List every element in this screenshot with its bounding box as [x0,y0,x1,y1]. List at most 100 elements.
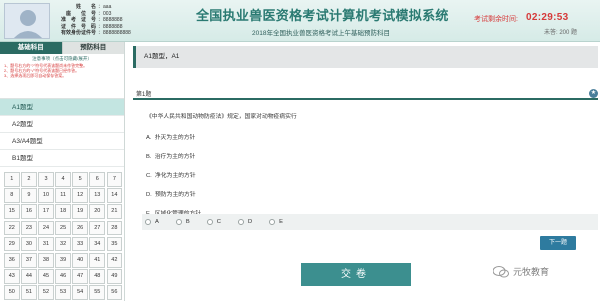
question-number-cell[interactable]: 29 [4,236,20,252]
question-type-a3a4[interactable]: A3/A4题型 [0,133,124,150]
radio-circle-icon[interactable] [145,219,151,225]
question-type-list: A1题型 A2题型 A3/A4题型 B1题型 [0,99,124,167]
question-number-cell[interactable]: 46 [55,269,71,284]
radio-e[interactable]: E [269,219,283,225]
question-number-cell[interactable]: 50 [4,285,20,300]
question-stem: 《中华人民共和国动物防疫法》规定，国家对动物疫病实行 [146,114,297,120]
question-type-a1[interactable]: A1题型 [0,99,124,116]
question-number-cell[interactable]: 23 [21,220,37,236]
question-number-cell[interactable]: 21 [106,204,123,219]
question-number-cell[interactable]: 1 [4,172,20,187]
question-number-cell[interactable]: 19 [72,204,88,219]
tab-prevention-subject[interactable]: 预防科目 [61,42,124,54]
radio-a[interactable]: A [145,219,159,225]
notice-heading: 注意事项（点击可隐藏/展开） [32,56,92,61]
question-number-cell[interactable]: 2 [21,172,37,187]
question-number-cell[interactable]: 54 [72,285,88,300]
question-type-a2[interactable]: A2题型 [0,116,124,133]
radio-d[interactable]: D [237,219,252,225]
valid-id-row: 有效身份证件号： 8888888888 [60,30,131,37]
next-question-button[interactable]: 下一题 [540,236,576,250]
main-panel: A1题型，A1 第1题 ★ 《中华人民共和国动物防疫法》规定，国家对动物疫病实行… [130,42,600,301]
question-number-cell[interactable]: 44 [21,269,37,284]
question-number-cell[interactable]: 7 [106,172,123,187]
question-number-cell[interactable]: 53 [55,285,71,300]
question-number-cell[interactable]: 48 [89,269,106,284]
radio-circle-icon[interactable] [206,219,213,225]
page-subtitle: 2018年全国执业兽医资格考试上午基础预防科目 [252,30,390,37]
question-number-cell[interactable]: 16 [21,204,37,219]
left-panel: 基础科目 预防科目 注意事项（点击可隐藏/展开） 1、题号右方的“?”符号代表该… [0,42,125,301]
watermark-text: 元牧教育 [513,267,550,277]
question-number-cell[interactable]: 32 [55,236,71,252]
question-number-cell[interactable]: 45 [38,269,54,284]
question-number-cell[interactable]: 17 [38,204,54,219]
bookmark-icon[interactable]: ★ [589,89,598,98]
timer-label: 考试剩余时间: [474,16,518,23]
question-number-cell[interactable]: 13 [89,188,106,203]
question-number-cell[interactable]: 39 [55,252,71,268]
question-number-cell[interactable]: 22 [4,220,20,236]
question-number-cell[interactable]: 11 [55,188,71,203]
question-number-cell[interactable]: 12 [72,188,88,203]
question-number: 第1题 [136,92,152,98]
question-number-cell[interactable]: 52 [38,285,54,300]
question-number-cell[interactable]: 27 [89,220,106,236]
question-number-cell[interactable]: 24 [38,220,54,236]
question-number-cell[interactable]: 18 [55,204,71,219]
exam-app: 姓 名： aaa 座 位 号： 003 准 考 证 号： 8888888 证 件 号 … [0,0,600,301]
option-c: C. 净化为主的方针 [146,173,196,179]
radio-b[interactable]: B [175,219,190,225]
admission-row: 准 考 证 号： 8888888 [60,17,123,24]
question-number-cell[interactable]: 25 [55,220,71,236]
question-number-cell[interactable]: 33 [72,236,88,252]
option-d: D. 预防为主的方针 [146,192,196,198]
avatar-icon [5,4,49,38]
wechat-icon [493,265,509,277]
submit-exam-button[interactable]: 交卷 [301,263,411,286]
notice-box[interactable]: 注意事项（点击可隐藏/展开） 1、题号右方的“?”符号代表该题尚未作答完整。 2… [0,54,124,99]
question-number-cell[interactable]: 40 [72,252,88,268]
question-number-cell[interactable]: 37 [21,252,37,268]
question-number-cell[interactable]: 56 [106,285,123,300]
section-title: A1题型，A1 [133,46,598,68]
question-number-cell[interactable]: 51 [21,285,37,300]
question-number-cell[interactable]: 38 [38,252,54,268]
tab-basic-subject[interactable]: 基础科目 [0,42,62,54]
watermark: 元牧教育 [493,265,549,278]
question-number-cell[interactable]: 41 [89,252,106,268]
question-number-cell[interactable]: 15 [4,204,20,219]
radio-circle-icon[interactable] [237,219,244,225]
question-number-cell[interactable]: 35 [106,236,123,252]
question-number-cell[interactable]: 55 [89,285,106,300]
radio-circle-icon[interactable] [175,219,182,225]
question-number-cell[interactable]: 8 [4,188,20,203]
question-number-cell[interactable]: 6 [89,172,106,187]
question-number-cell[interactable]: 31 [38,236,54,252]
question-header: 第1题 ★ [133,87,598,100]
radio-circle-icon[interactable] [269,219,276,225]
question-number-cell[interactable]: 3 [38,172,54,187]
question-number-cell[interactable]: 20 [89,204,106,219]
option-a: A. 扑灭为主的方针 [146,135,196,141]
question-number-cell[interactable]: 28 [106,220,123,236]
question-number-cell[interactable]: 26 [72,220,88,236]
question-number-cell[interactable]: 14 [106,188,123,203]
question-type-b1[interactable]: B1题型 [0,150,124,167]
option-b: B. 治疗为主的方针 [146,154,196,160]
question-number-cell[interactable]: 42 [106,252,123,268]
question-number-cell[interactable]: 9 [21,188,37,203]
question-number-cell[interactable]: 34 [89,236,106,252]
question-number-cell[interactable]: 5 [72,172,88,187]
question-number-cell[interactable]: 4 [55,172,71,187]
question-number-cell[interactable]: 36 [4,252,20,268]
page-title: 全国执业兽医资格考试计算机考试模拟系统 [196,8,449,23]
timer-value: 02:29:53 [526,12,569,23]
subject-tabs: 基础科目 预防科目 [0,42,124,54]
question-number-cell[interactable]: 43 [4,269,20,284]
radio-c[interactable]: C [206,219,221,225]
question-number-cell[interactable]: 49 [106,269,123,284]
question-number-cell[interactable]: 10 [38,188,54,203]
question-number-cell[interactable]: 30 [21,236,37,252]
question-number-cell[interactable]: 47 [72,269,88,284]
